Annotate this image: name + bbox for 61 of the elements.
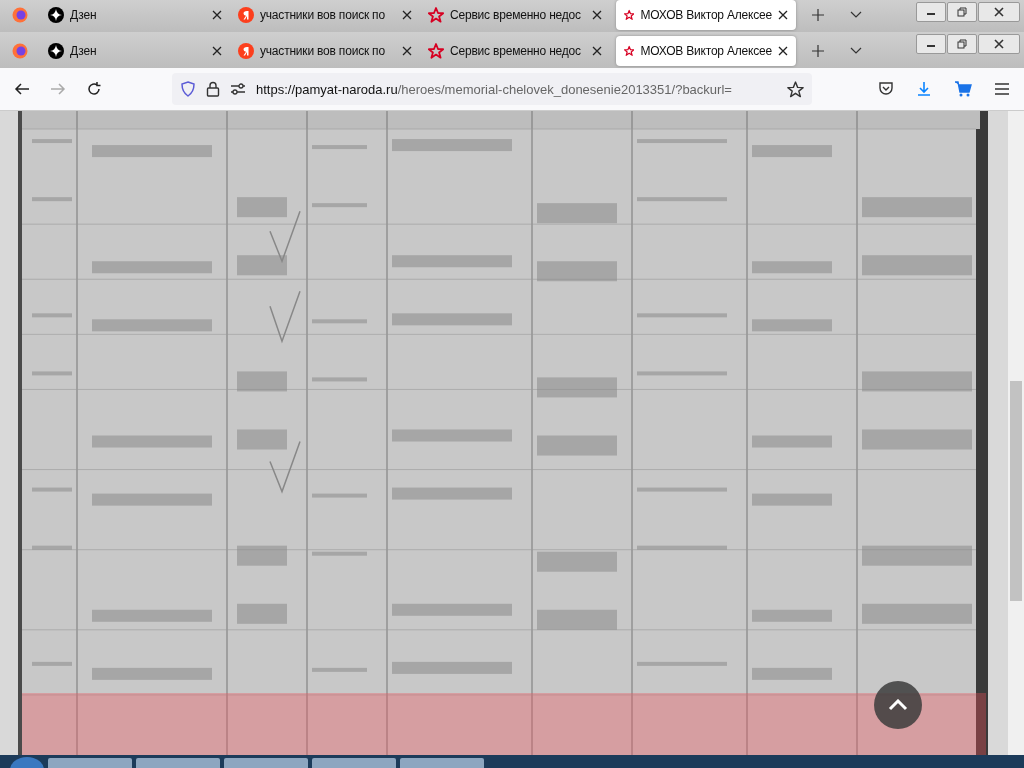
cart-icon[interactable]: [954, 81, 972, 97]
browser-logo-icon: [12, 43, 28, 59]
reload-icon[interactable]: [86, 81, 102, 97]
scrollbar[interactable]: [1008, 111, 1024, 755]
close-button[interactable]: [978, 34, 1020, 54]
star-icon: [624, 7, 635, 23]
close-icon[interactable]: [402, 10, 412, 20]
pocket-icon[interactable]: [878, 81, 894, 97]
tab-title: МОХОВ Виктор Алексее: [640, 44, 772, 58]
lock-icon: [206, 81, 220, 97]
close-icon: [994, 39, 1004, 49]
browser-tab[interactable]: участники вов поиск по: [230, 0, 420, 30]
browser-tab[interactable]: Дзен: [40, 36, 230, 66]
browser-tab[interactable]: участники вов поиск по: [230, 36, 420, 66]
shield-icon: [180, 81, 196, 97]
chevron-up-icon: [888, 699, 908, 711]
star-icon: [428, 7, 444, 23]
chevron-down-icon[interactable]: [850, 47, 862, 55]
sparkle-icon: [48, 43, 64, 59]
scrollbar-thumb[interactable]: [1010, 381, 1022, 601]
close-icon[interactable]: [402, 46, 412, 56]
url-text: https://pamyat-naroda.ru/heroes/memorial-chelovek_donesenie2013351/?backurl=: [256, 81, 733, 97]
download-icon[interactable]: [916, 81, 932, 97]
new-tab-icon[interactable]: [812, 9, 824, 21]
tab-title: МОХОВ Виктор Алексее: [640, 8, 772, 22]
browser-tab[interactable]: Сервис временно недос: [420, 36, 610, 66]
star-icon: [428, 43, 444, 59]
tab-title: Дзен: [70, 8, 98, 22]
close-icon[interactable]: [592, 10, 602, 20]
close-icon[interactable]: [778, 10, 788, 20]
close-icon[interactable]: [212, 10, 222, 20]
close-icon[interactable]: [592, 46, 602, 56]
bookmark-star-icon[interactable]: [787, 80, 804, 98]
close-icon: [994, 7, 1004, 17]
back-icon[interactable]: [14, 81, 30, 97]
minimize-button[interactable]: [916, 34, 946, 54]
close-icon[interactable]: [212, 46, 222, 56]
tab-title: участники вов поиск по: [260, 44, 386, 58]
restore-icon: [957, 7, 967, 17]
restore-icon: [957, 39, 967, 49]
site-logo-icon: [238, 7, 254, 23]
close-icon[interactable]: [778, 46, 788, 56]
tab-title: Дзен: [70, 44, 98, 58]
site-logo-icon: [238, 43, 254, 59]
minimize-button[interactable]: [916, 2, 946, 22]
browser-tab[interactable]: Сервис временно недос: [420, 0, 610, 30]
menu-icon[interactable]: [994, 82, 1010, 96]
chevron-down-icon[interactable]: [850, 11, 862, 19]
address-field[interactable]: https://pamyat-naroda.ru/heroes/memorial-chelovek_donesenie2013351/?backurl=: [172, 73, 812, 105]
browser-tab[interactable]: МОХОВ Виктор Алексее: [616, 0, 796, 30]
sparkle-icon: [48, 7, 64, 23]
close-button[interactable]: [978, 2, 1020, 22]
permissions-icon: [230, 82, 246, 96]
browser-tab[interactable]: Дзен: [40, 0, 230, 30]
tab-title: участники вов поиск по: [260, 8, 386, 22]
new-tab-icon[interactable]: [812, 45, 824, 57]
star-icon: [624, 43, 635, 59]
tab-title: Сервис временно недос: [450, 44, 582, 58]
browser-tab[interactable]: МОХОВ Виктор Алексее: [616, 36, 796, 66]
browser-logo-icon: [12, 7, 28, 23]
tab-title: Сервис временно недос: [450, 8, 582, 22]
